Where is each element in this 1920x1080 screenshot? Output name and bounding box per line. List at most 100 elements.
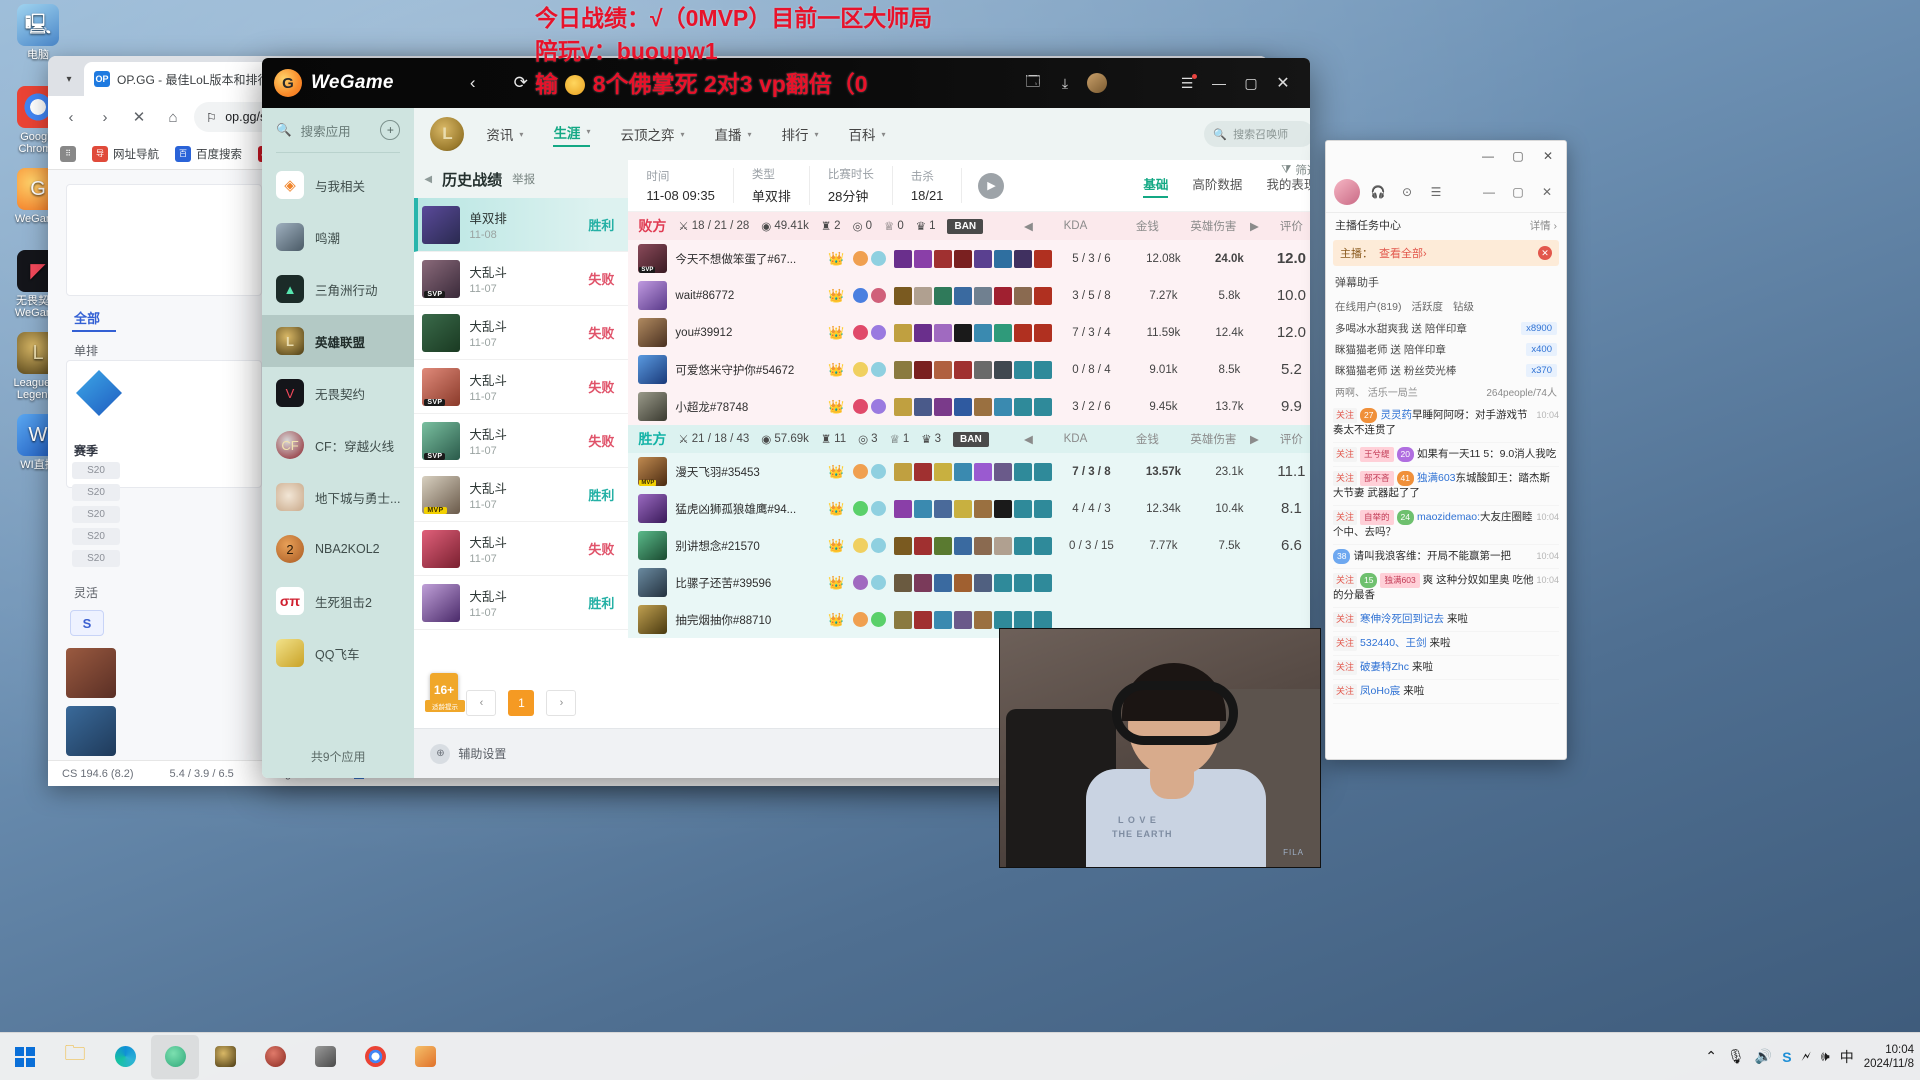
- nav-item-career[interactable]: 生涯 ▾: [553, 122, 591, 147]
- sidebar-item-cf[interactable]: CF CF：穿越火线: [262, 419, 414, 471]
- sidebar-item-wuthering[interactable]: 鸣潮: [262, 211, 414, 263]
- follow-badge[interactable]: 关注: [1333, 573, 1358, 588]
- player-row[interactable]: 小超龙#78748 👑 3 / 2 / 6 9.45k 13.7k 9.9: [628, 388, 1310, 425]
- filter-button[interactable]: ⧩筛选: [1281, 162, 1310, 178]
- follow-badge[interactable]: 关注: [1333, 408, 1358, 423]
- player-row[interactable]: 猛虎凶狮孤狼雄鹰#94... 👑 4 / 4 / 3 12.34k 10.4k …: [628, 490, 1310, 527]
- match-list-item[interactable]: 大乱斗 11-07 失败: [414, 306, 629, 360]
- tray-expand-icon[interactable]: ⌃: [1705, 1048, 1717, 1065]
- follow-badge[interactable]: 关注: [1333, 471, 1358, 486]
- panel-minimize-icon[interactable]: —: [1478, 181, 1500, 203]
- bookmark-item[interactable]: 导网址导航: [92, 145, 159, 162]
- opgg-tab-all[interactable]: 全部: [74, 308, 100, 327]
- taskbar-item-lol[interactable]: [201, 1035, 249, 1079]
- live-close-button[interactable]: ✕: [1534, 144, 1562, 168]
- taskbar-item-obs[interactable]: [251, 1035, 299, 1079]
- wegame-back-button[interactable]: ‹: [456, 66, 490, 100]
- sidebar-item-nba2kol2[interactable]: 2 NBA2KOL2: [262, 523, 414, 575]
- match-list-item[interactable]: SVP 大乱斗 11-07 失败: [414, 252, 629, 306]
- follow-badge[interactable]: 关注: [1333, 636, 1358, 651]
- sidebar-item-ssg2[interactable]: σπ 生死狙击2: [262, 575, 414, 627]
- streamer-avatar[interactable]: [1334, 178, 1360, 205]
- streamer-task-center[interactable]: 主播任务中心 详情 ›: [1326, 213, 1566, 237]
- task-more-link[interactable]: 详情 ›: [1530, 218, 1557, 233]
- panel-close-icon[interactable]: ✕: [1536, 181, 1558, 203]
- volume-icon[interactable]: 🕪: [1821, 1048, 1830, 1065]
- headset-icon[interactable]: 🎧: [1367, 181, 1389, 203]
- wegame-maximize-button[interactable]: ▢: [1236, 68, 1266, 98]
- player-row[interactable]: 比骡子还苦#39596 👑: [628, 564, 1310, 601]
- match-list-item[interactable]: 单双排 11-08 胜利: [414, 198, 629, 252]
- opgg-season-chip[interactable]: S20: [72, 484, 120, 501]
- pager-current-page[interactable]: 1: [508, 690, 535, 716]
- col-right-arrow[interactable]: ▶: [1246, 432, 1262, 446]
- live-maximize-button[interactable]: ▢: [1504, 144, 1532, 168]
- player-row[interactable]: MVP 漫天飞羽#35453 👑 7 / 3 / 8 13.57k 23.1k …: [628, 453, 1310, 490]
- home-button[interactable]: ⌂: [160, 104, 186, 130]
- col-right-arrow[interactable]: ▶: [1246, 219, 1262, 233]
- sidebar-item-related[interactable]: ◈ 与我相关: [262, 159, 414, 211]
- gift-icon[interactable]: ⊙: [1396, 181, 1418, 203]
- bookmark-item[interactable]: 百百度搜索: [175, 145, 242, 162]
- clock[interactable]: 10:04 2024/11/8: [1864, 1043, 1914, 1071]
- col-left-arrow[interactable]: ◀: [1020, 219, 1036, 233]
- pager-prev-button[interactable]: ‹: [466, 690, 497, 716]
- apps-grid-button[interactable]: ⠿: [60, 145, 76, 162]
- list-icon[interactable]: ☰: [1425, 181, 1447, 203]
- nav-item-live[interactable]: 直播 ▾: [714, 124, 751, 144]
- wegame-refresh-button[interactable]: ⟳: [504, 66, 538, 100]
- match-list-item[interactable]: 大乱斗 11-07 失败: [414, 522, 629, 576]
- sidebar-item-dnf[interactable]: 地下城与勇士...: [262, 471, 414, 523]
- follow-badge[interactable]: 关注: [1333, 510, 1358, 525]
- opgg-season-chip[interactable]: S20: [72, 528, 120, 545]
- banner-close-icon[interactable]: ✕: [1538, 246, 1552, 260]
- opgg-season-chip[interactable]: S20: [72, 550, 120, 567]
- taskbar-item-wegame[interactable]: [151, 1034, 199, 1079]
- sidebar-item-qqspeed[interactable]: QQ飞车: [262, 627, 414, 679]
- nav-item-tft[interactable]: 云顶之弈 ▾: [620, 124, 684, 144]
- input-method-icon[interactable]: 中: [1840, 1047, 1854, 1067]
- pager-next-button[interactable]: ›: [546, 690, 577, 716]
- live-minimize-button[interactable]: —: [1474, 144, 1502, 168]
- opgg-queue-solo[interactable]: 单排: [74, 342, 98, 359]
- opgg-season-chip[interactable]: S20: [72, 506, 120, 523]
- app-search-box[interactable]: 🔍 搜索应用 +: [262, 108, 414, 152]
- report-link[interactable]: 举报: [512, 171, 535, 187]
- forward-button[interactable]: ›: [92, 104, 118, 130]
- wegame-user-icon[interactable]: 🗔: [1018, 68, 1048, 98]
- taskbar-item-app7[interactable]: [301, 1035, 349, 1079]
- taskbar-item-app9[interactable]: [401, 1035, 449, 1079]
- mic-icon[interactable]: 🎙: [1727, 1048, 1745, 1065]
- match-list-item[interactable]: 大乱斗 11-07 胜利: [414, 576, 629, 630]
- taskbar-item-edge[interactable]: [101, 1035, 149, 1079]
- taskbar-item-chrome[interactable]: [351, 1035, 399, 1079]
- nav-item-news[interactable]: 资讯 ▾: [486, 124, 523, 144]
- wegame-minimize-button[interactable]: —: [1204, 68, 1234, 98]
- taskbar-item-explorer[interactable]: 🗀: [51, 1035, 99, 1079]
- start-button[interactable]: [1, 1035, 49, 1079]
- match-list-item[interactable]: SVP 大乱斗 11-07 失败: [414, 360, 629, 414]
- nav-item-wiki[interactable]: 百科 ▾: [849, 124, 886, 144]
- wegame-avatar[interactable]: [1082, 68, 1112, 98]
- match-list-item[interactable]: MVP 大乱斗 11-07 胜利: [414, 468, 629, 522]
- wegame-close-button[interactable]: ✕: [1268, 68, 1298, 98]
- follow-badge[interactable]: 关注: [1333, 612, 1358, 627]
- summoner-search-input[interactable]: 🔍 搜索召唤师: [1204, 121, 1310, 147]
- sidebar-item-lol[interactable]: L 英雄联盟: [262, 315, 415, 367]
- player-row[interactable]: 别讲想念#21570 👑 0 / 3 / 15 7.77k 7.5k 6.6: [628, 527, 1310, 564]
- player-row[interactable]: wait#86772 👑 3 / 5 / 8 7.27k 5.8k 10.0: [628, 277, 1310, 314]
- chat-message-list[interactable]: 10:04 关注 27 灵灵药早睡阿阿呀：对手游戏节奏太不连贯了 关注 王兮缇 20 如果有…: [1326, 402, 1566, 706]
- back-button[interactable]: ‹: [58, 104, 84, 130]
- stop-button[interactable]: ✕: [126, 104, 152, 130]
- live-chat-window[interactable]: — ▢ ✕ 🎧 ⊙ ☰ — ▢ ✕ 主播任务中心 详情 › 主播： 查看全部› …: [1325, 140, 1567, 760]
- follow-badge[interactable]: 关注: [1333, 684, 1358, 699]
- player-row[interactable]: 可爱悠米守护你#54672 👑 0 / 8 / 4 9.01k 8.5k 5.2: [628, 351, 1310, 388]
- play-icon[interactable]: ▶: [978, 172, 1005, 199]
- col-left-arrow[interactable]: ◀: [1020, 432, 1036, 446]
- wegame-menu-icon[interactable]: ☰: [1172, 68, 1202, 98]
- skype-icon[interactable]: S: [1782, 1049, 1791, 1065]
- plus-icon[interactable]: +: [380, 120, 401, 140]
- player-row[interactable]: SVP 今天不想做笨蛋了#67... 👑 5 / 3 / 6 12.08k 24…: [628, 240, 1310, 277]
- tab-basic[interactable]: 基础: [1143, 174, 1169, 198]
- banner-link[interactable]: 查看全部›: [1379, 245, 1427, 261]
